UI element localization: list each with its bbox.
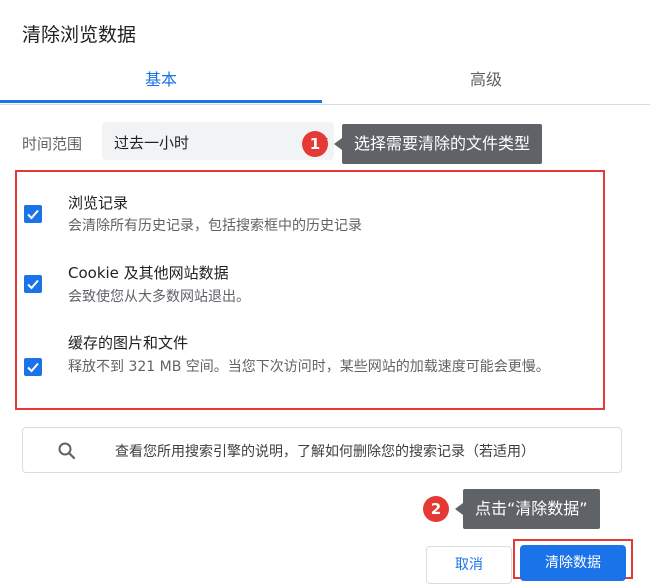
step-badge-1: 1 [302,131,328,157]
step-badge-2: 2 [423,496,449,522]
cancel-button[interactable]: 取消 [426,546,512,584]
clear-browsing-data-dialog: 清除浏览数据 基本 高级 时间范围 过去一小时 1 选择需要清除的文件类型 浏览… [0,0,650,584]
cached-files-checkbox[interactable] [24,358,42,376]
cookies-checkbox[interactable] [24,275,42,293]
search-engine-info-row[interactable]: 查看您所用搜索引擎的说明，了解如何删除您的搜索记录（若适用） [22,427,622,473]
cookies-desc: 会致使您从大多数网站退出。 [68,289,250,305]
callout-pointer-2 [455,503,463,515]
browsing-history-checkbox[interactable] [24,205,42,223]
browsing-history-desc: 会清除所有历史记录，包括搜索框中的历史记录 [68,218,362,234]
checkmark-icon [27,209,39,220]
tab-advanced[interactable]: 高级 [322,58,650,102]
checkmark-icon [27,279,39,290]
checkmark-icon [27,362,39,373]
clear-data-button[interactable]: 清除数据 [520,545,626,581]
browsing-history-title: 浏览记录 [68,194,129,212]
callout-pointer-1 [334,138,342,150]
tab-basic[interactable]: 基本 [0,58,322,102]
time-range-value: 过去一小时 [114,134,190,152]
search-icon [58,442,76,460]
tab-bar: 基本 高级 [0,58,650,105]
cached-files-title: 缓存的图片和文件 [68,334,189,352]
search-engine-info-text: 查看您所用搜索引擎的说明，了解如何删除您的搜索记录（若适用） [115,444,535,460]
cached-files-desc: 释放不到 321 MB 空间。当您下次访问时，某些网站的加载速度可能会更慢。 [68,359,550,375]
cookies-title: Cookie 及其他网站数据 [68,264,229,282]
callout-step-1: 选择需要清除的文件类型 [342,124,543,164]
dialog-title: 清除浏览数据 [22,24,137,46]
active-tab-indicator [0,100,322,103]
time-range-select[interactable]: 过去一小时 [102,122,334,160]
callout-step-2: 点击“清除数据” [463,489,600,529]
time-range-label: 时间范围 [22,135,83,153]
